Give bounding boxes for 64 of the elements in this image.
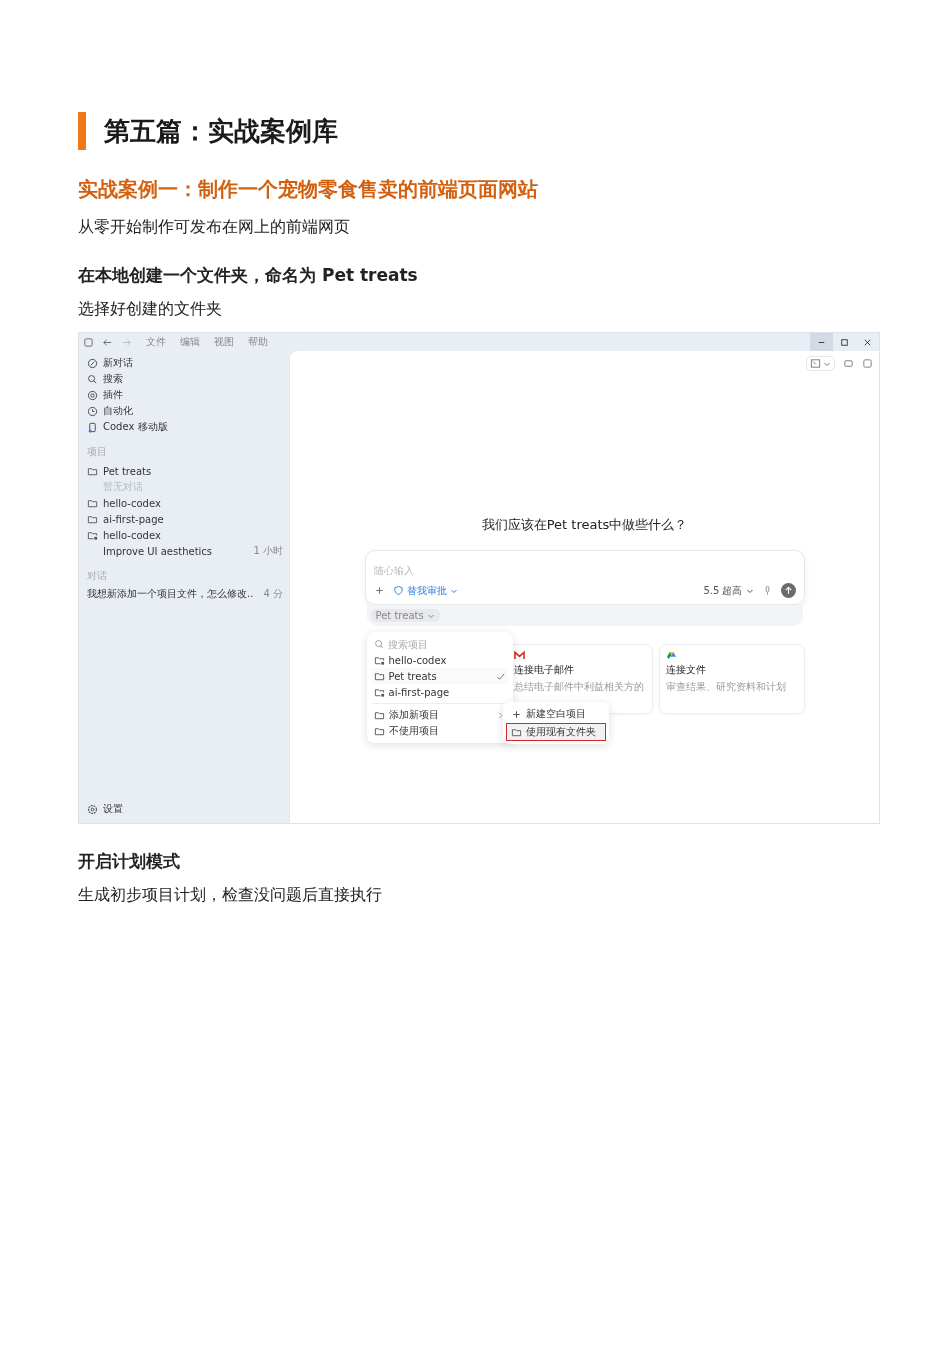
folder-icon	[87, 497, 98, 509]
search-icon	[373, 638, 385, 650]
card-description: 总结电子邮件中利益相关方的	[513, 680, 645, 694]
card-title: 连接电子邮件	[513, 663, 575, 677]
folder-icon	[373, 654, 385, 666]
folder-icon	[373, 725, 385, 737]
project-item[interactable]: hello-codex	[87, 495, 283, 511]
folder-icon	[87, 513, 98, 525]
model-selector[interactable]: 5.5 超高	[703, 583, 754, 598]
nav-item[interactable]: 自动化	[87, 403, 283, 419]
suggestion-card[interactable]: 连接文件 审查结果、研究资料和计划	[658, 644, 805, 714]
project-item[interactable]: ai-first-page	[87, 511, 283, 527]
plus-icon[interactable]	[373, 585, 385, 596]
intro-text: 从零开始制作可发布在网上的前端网页	[78, 217, 351, 238]
project-action[interactable]: 添加新项目	[371, 707, 508, 723]
step-heading: 在本地创建一个文件夹，命名为 Pet treats	[78, 264, 419, 287]
project-item[interactable]: hello-codex	[87, 527, 283, 543]
nav-item[interactable]: 新对话	[87, 355, 283, 371]
panel-icon[interactable]	[843, 358, 854, 369]
step-text: 生成初步项目计划，检查没问题后直接执行	[78, 885, 383, 906]
settings-icon	[87, 803, 98, 815]
terminal-button[interactable]	[806, 356, 835, 371]
section-label: 项目	[87, 445, 108, 459]
thread-item[interactable]: Improve UI aesthetics 1 小时	[87, 543, 283, 559]
message-field[interactable]: 随心输入 替我审批 5.5 超高	[364, 550, 805, 605]
nav-item[interactable]: Codex 移动版	[87, 419, 283, 435]
plus-icon	[510, 708, 522, 720]
project-option[interactable]: ai-first-page	[371, 684, 508, 700]
sidebar-toggle-icon[interactable]	[83, 336, 94, 348]
maximize-icon	[839, 336, 850, 348]
search-icon	[87, 373, 98, 385]
settings-item[interactable]: 设置	[87, 801, 283, 817]
project-option[interactable]: hello-codex	[371, 652, 508, 668]
submenu-item[interactable]: 使用现有文件夹	[505, 723, 606, 741]
folder-icon	[87, 465, 98, 477]
mail-icon	[513, 651, 525, 660]
conversation-item[interactable]: 我想新添加一个项目文件，怎么修改.. 4 分	[87, 587, 283, 601]
approval-mode-button[interactable]: 替我审批	[392, 583, 458, 598]
folder-icon	[87, 529, 98, 541]
section-label: 对话	[87, 569, 108, 583]
shield-icon	[392, 585, 404, 596]
section-title: 第五篇：实战案例库	[78, 112, 878, 150]
send-button[interactable]	[780, 583, 796, 598]
folder-icon	[373, 670, 385, 682]
case-title: 实战案例一：制作一个宠物零食售卖的前端页面网站	[78, 176, 539, 203]
nav-item[interactable]: 搜索	[87, 371, 283, 387]
nav-item[interactable]: 插件	[87, 387, 283, 403]
folder-icon	[373, 686, 385, 698]
step-text: 选择好创建的文件夹	[78, 299, 223, 320]
prompt-heading: 我们应该在Pet treats中做些什么？	[481, 516, 688, 534]
card-description: 审查结果、研究资料和计划	[665, 680, 787, 694]
folder-icon	[373, 709, 385, 721]
drive-icon	[665, 651, 677, 660]
folder-icon	[510, 726, 522, 738]
sidebar-panel-icon[interactable]	[862, 358, 873, 369]
card-title: 连接文件	[665, 663, 707, 677]
project-action[interactable]: 不使用项目	[371, 723, 508, 739]
project-item[interactable]: Pet treats	[87, 463, 283, 479]
clock-icon	[87, 405, 98, 417]
terminal-icon	[810, 358, 821, 369]
phone-icon	[87, 421, 98, 433]
step-heading: 开启计划模式	[78, 850, 181, 873]
project-option[interactable]: Pet treats	[371, 668, 508, 684]
arrow-up-icon	[782, 585, 794, 596]
